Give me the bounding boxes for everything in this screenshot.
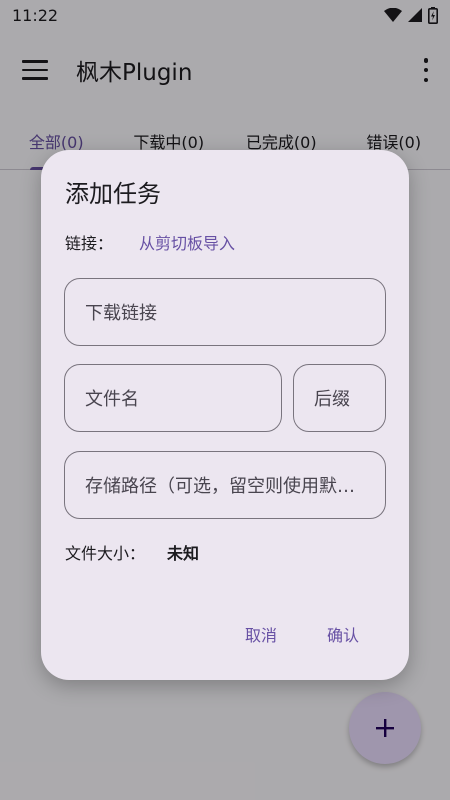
suffix-input[interactable]: 后缀	[293, 364, 386, 432]
link-row: 链接： 从剪切板导入	[65, 230, 235, 254]
file-size-value: 未知	[167, 544, 200, 563]
filename-input[interactable]: 文件名	[64, 364, 282, 432]
storage-path-input[interactable]: 存储路径（可选，留空则使用默认路径）	[64, 451, 386, 519]
cancel-button[interactable]: 取消	[245, 622, 277, 646]
file-size-label: 文件大小：	[65, 544, 146, 563]
confirm-button[interactable]: 确认	[327, 622, 359, 646]
filename-placeholder: 文件名	[85, 389, 139, 410]
suffix-placeholder: 后缀	[314, 389, 350, 410]
url-input[interactable]: 下载链接	[64, 278, 386, 346]
link-label: 链接：	[65, 234, 114, 253]
path-placeholder: 存储路径（可选，留空则使用默认路径）	[85, 476, 385, 497]
paste-from-clipboard-link[interactable]: 从剪切板导入	[139, 230, 235, 254]
dialog-title: 添加任务	[65, 180, 161, 208]
dialog-actions: 取消 确认	[245, 622, 359, 646]
file-size-row: 文件大小： 未知	[65, 540, 199, 564]
url-placeholder: 下载链接	[85, 303, 157, 324]
add-task-dialog: 添加任务 链接： 从剪切板导入 下载链接 文件名 后缀 存储路径（可选，留空则使…	[41, 150, 409, 680]
